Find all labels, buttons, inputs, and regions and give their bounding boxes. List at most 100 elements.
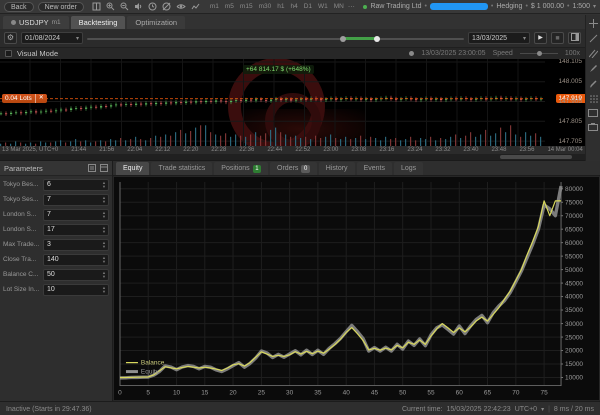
param-stepper[interactable]: ▲ ▼ (102, 211, 106, 218)
param-stepper[interactable]: ▲ ▼ (102, 181, 106, 188)
timeframe-m30[interactable]: m30 (259, 3, 272, 10)
slider-handle-end[interactable] (374, 35, 381, 42)
param-row: London S... 17 ▲ ▼ (3, 223, 109, 236)
price-chart[interactable]: +64 814.17 $ (+648%) 0.04 Lots ✕ 147.919… (0, 59, 585, 146)
zoom-in-icon[interactable] (106, 2, 115, 11)
brush-icon[interactable] (589, 64, 598, 73)
tab-events[interactable]: Events (356, 162, 392, 175)
param-stepper[interactable]: ▲ ▼ (102, 256, 106, 263)
time-axis-label: 23:16 (379, 147, 395, 153)
param-input[interactable]: 3 ▲ ▼ (43, 238, 109, 251)
timeline-handle[interactable] (409, 51, 415, 56)
svg-text:75: 75 (540, 390, 548, 397)
svg-text:70000: 70000 (565, 213, 583, 220)
pencil-icon[interactable] (589, 79, 598, 88)
tab-usdjpy-m1[interactable]: USDJPY m1 (3, 16, 69, 29)
open-position-label[interactable]: 0.04 Lots ✕ (2, 94, 47, 104)
scrollbar-handle[interactable] (500, 155, 572, 159)
equity-chart-canvas[interactable]: 0 5 10 15 20 25 30 35 40 45 50 55 60 65 70 75 10000 15000… (114, 177, 599, 401)
crosshair-icon[interactable] (588, 19, 598, 28)
svg-text:45000: 45000 (565, 280, 583, 287)
globe-off-icon[interactable] (162, 2, 171, 11)
param-stepper[interactable]: ▲ ▼ (102, 286, 106, 293)
close-position-icon[interactable]: ✕ (34, 94, 44, 104)
param-input[interactable]: 140 ▲ ▼ (43, 253, 109, 266)
rectangle-tool-icon[interactable] (588, 109, 598, 117)
param-row: Lot Size In... 10 ▲ ▼ (3, 283, 109, 296)
screenshot-icon[interactable] (588, 123, 598, 131)
param-stepper[interactable]: ▲ ▼ (102, 271, 106, 278)
slider-track[interactable] (87, 37, 464, 40)
param-input[interactable]: 6 ▲ ▼ (43, 178, 109, 191)
visual-mode-checkbox[interactable] (5, 50, 12, 57)
tab-optimization[interactable]: Optimization (127, 16, 186, 29)
clock-icon[interactable] (148, 2, 157, 11)
tab-orders[interactable]: Orders 0 (270, 162, 317, 175)
param-row: Tokyo Bes... 6 ▲ ▼ (3, 178, 109, 191)
timeframe-h1[interactable]: h1 (277, 3, 284, 10)
trendline-icon[interactable] (589, 34, 598, 43)
toolbar-overflow[interactable]: ⋯ (348, 3, 355, 11)
timezone[interactable]: UTC+0 (515, 406, 537, 413)
tab-history[interactable]: History (318, 162, 355, 175)
timeframe-MN[interactable]: MN (334, 3, 344, 10)
new-order-button[interactable]: New order (37, 1, 84, 12)
speed-slider[interactable] (519, 50, 558, 57)
param-stepper[interactable]: ▲ ▼ (102, 226, 106, 233)
timeframe-W1[interactable]: W1 (318, 3, 328, 10)
end-date-input[interactable]: 13/03/2025 ▾ (468, 32, 530, 44)
tab-badge: 1 (252, 164, 262, 173)
svg-text:30000: 30000 (565, 321, 583, 328)
ping-value: 8 ms / 20 ms (553, 405, 594, 413)
param-input[interactable]: 10 ▲ ▼ (43, 283, 109, 296)
volume-icon[interactable] (134, 2, 143, 11)
tab-logs[interactable]: Logs (393, 162, 424, 175)
panel-toggle-button[interactable] (568, 32, 581, 44)
back-button[interactable]: Back (4, 1, 34, 12)
param-label: London S... (3, 226, 37, 233)
time-axis-label: 21:44 (71, 147, 87, 153)
indicators-icon[interactable] (191, 2, 200, 11)
param-stepper[interactable]: ▲ ▼ (102, 196, 106, 203)
time-axis-label: 22:52 (295, 147, 311, 153)
stop-button[interactable]: ■ (551, 32, 564, 44)
tab-backtesting[interactable]: Backtesting (70, 16, 126, 29)
channel-icon[interactable] (588, 49, 598, 58)
chart-scrollbar[interactable] (0, 154, 585, 160)
slider-handle-start[interactable] (340, 35, 347, 42)
equity-chart[interactable]: 0 5 10 15 20 25 30 35 40 45 50 55 60 65 70 75 10000 15000… (114, 177, 599, 400)
play-button[interactable]: ▶ (534, 32, 547, 44)
param-input[interactable]: 17 ▲ ▼ (43, 223, 109, 236)
chart-layout-icon[interactable] (92, 2, 101, 11)
timeframe-m1[interactable]: m1 (210, 3, 219, 10)
timeframe-m15[interactable]: m15 (240, 3, 253, 10)
time-axis-label: 22:28 (211, 147, 227, 153)
top-toolbar: Back New order m1 m5 m15 m30 h1 h4 D1 W1 MN ⋯ Ra… (0, 0, 600, 14)
param-input[interactable]: 7 ▲ ▼ (43, 193, 109, 206)
export-params-icon[interactable] (100, 159, 108, 177)
price-axis-label: 147.805 (558, 117, 583, 125)
tab-positions[interactable]: Positions 1 (214, 162, 269, 175)
tab-equity[interactable]: Equity (116, 162, 150, 175)
param-stepper[interactable]: ▲ ▼ (102, 241, 106, 248)
tab-trade-statistics[interactable]: Trade statistics (151, 162, 213, 175)
param-value: 3 (47, 241, 51, 248)
eye-icon[interactable] (176, 2, 186, 11)
param-input[interactable]: 50 ▲ ▼ (43, 268, 109, 281)
svg-text:60000: 60000 (565, 240, 583, 247)
timeframe-D1[interactable]: D1 (304, 3, 312, 10)
chevron-down-icon: ▾ (75, 35, 79, 42)
timeframe-m5[interactable]: m5 (225, 3, 234, 10)
import-params-icon[interactable] (88, 159, 96, 177)
results-tabbar: Equity Trade statistics Positions 1 Orders 0 H… (113, 161, 600, 176)
grid-dots-icon[interactable] (589, 94, 598, 103)
param-value: 7 (47, 196, 51, 203)
param-input[interactable]: 7 ▲ ▼ (43, 208, 109, 221)
zoom-out-icon[interactable] (120, 2, 129, 11)
start-date-input[interactable]: 01/08/2024 ▾ (21, 32, 83, 44)
gear-icon[interactable]: ⚙ (4, 32, 17, 44)
account-selector[interactable]: Raw Trading Ltd • • Hedging • $ 1 000.00… (363, 3, 596, 10)
timeframe-h4[interactable]: h4 (290, 3, 297, 10)
date-range-slider[interactable] (87, 32, 464, 44)
price-axis-label: 147.705 (558, 137, 583, 145)
